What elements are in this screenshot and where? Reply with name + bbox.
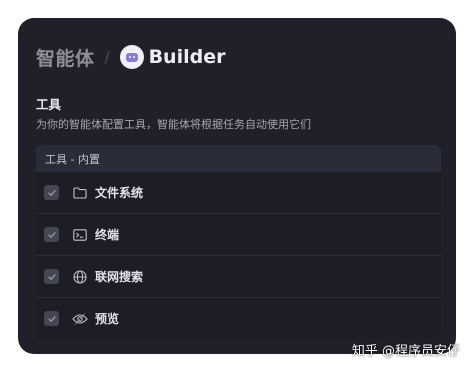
builder-avatar-icon <box>119 45 144 69</box>
builtin-tools-list: 工具 - 内置 文件系统 终端 联网搜索 预览 <box>36 145 441 339</box>
tool-row-filesystem[interactable]: 文件系统 <box>36 172 441 214</box>
tool-label-filesystem: 文件系统 <box>95 186 144 200</box>
eye-icon <box>72 311 88 327</box>
tools-section-title: 工具 <box>36 97 62 112</box>
tool-label-terminal: 终端 <box>95 228 120 242</box>
terminal-icon <box>72 227 88 243</box>
globe-icon <box>72 269 88 285</box>
tool-row-terminal[interactable]: 终端 <box>36 214 441 256</box>
breadcrumb: 智能体 / Builder <box>36 44 225 70</box>
tool-row-web-search[interactable]: 联网搜索 <box>36 256 441 298</box>
folder-icon <box>72 185 88 201</box>
checkmark-icon <box>47 315 56 322</box>
tool-checkbox-preview[interactable] <box>44 311 59 326</box>
page-title: Builder <box>148 46 226 68</box>
page: 智能体 / Builder 工具 为你的智能体配置工具，智能体将根据任务自动使用… <box>0 0 474 372</box>
breadcrumb-agents-link[interactable]: 智能体 <box>36 44 95 71</box>
tool-checkbox-filesystem[interactable] <box>44 185 59 200</box>
tool-label-web-search: 联网搜索 <box>95 270 144 284</box>
checkmark-icon <box>47 273 56 280</box>
checkmark-icon <box>47 189 56 196</box>
breadcrumb-separator: / <box>104 48 110 66</box>
tools-section-description: 为你的智能体配置工具，智能体将根据任务自动使用它们 <box>36 118 311 131</box>
tool-label-preview: 预览 <box>95 312 120 326</box>
watermark: 知乎 @程序员安仔 <box>351 344 460 359</box>
agent-tools-panel: 智能体 / Builder 工具 为你的智能体配置工具，智能体将根据任务自动使用… <box>18 18 456 354</box>
tool-checkbox-terminal[interactable] <box>44 227 59 242</box>
tool-row-preview[interactable]: 预览 <box>36 298 441 339</box>
checkmark-icon <box>47 231 56 238</box>
builtin-tools-header: 工具 - 内置 <box>36 145 441 172</box>
tool-checkbox-web-search[interactable] <box>44 269 59 284</box>
